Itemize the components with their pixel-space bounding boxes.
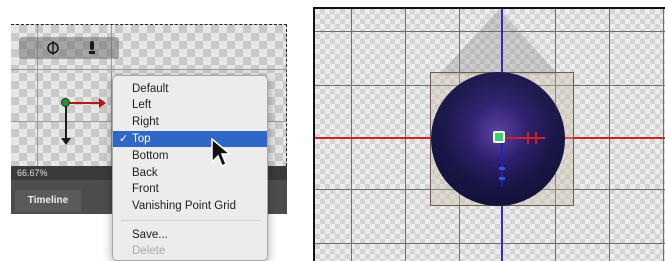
mouse-pointer-icon (210, 137, 233, 173)
grid-line (315, 243, 665, 244)
x-axis-arrow-icon (99, 98, 106, 108)
menu-separator (121, 220, 261, 221)
grid-line (351, 9, 352, 261)
gizmo-center[interactable] (61, 98, 70, 107)
menu-item-label: Vanishing Point Grid (132, 200, 236, 212)
grid-line (663, 9, 664, 261)
menu-item-label: Left (132, 99, 152, 111)
menu-item-label: Right (132, 116, 159, 128)
tab-timeline[interactable]: Timeline (15, 190, 81, 212)
rotate-handle-icon[interactable] (527, 132, 529, 144)
menu-item-save[interactable]: Save... (113, 227, 267, 243)
menu-item-front[interactable]: Front (113, 181, 267, 197)
menu-item-label: Bottom (132, 150, 169, 162)
menu-item-left[interactable]: Left (113, 97, 267, 113)
scale-handle-icon[interactable] (535, 132, 537, 144)
top-view-viewport[interactable] (313, 7, 665, 261)
menu-item-default[interactable]: Default (113, 81, 267, 97)
grid-line (11, 69, 287, 70)
menu-item-bottom[interactable]: Bottom (113, 148, 267, 164)
menu-item-label: Default (132, 83, 169, 95)
y-axis-handle[interactable] (65, 102, 67, 140)
view-menu: Default Left Right ✓ Top Bottom Back Fro… (112, 75, 268, 261)
menu-item-label: Back (132, 167, 158, 179)
checkmark-icon: ✓ (119, 133, 129, 145)
menu-item-label: Front (132, 183, 159, 195)
grid-line (609, 9, 610, 261)
light-icon[interactable] (87, 40, 97, 59)
scale-handle-icon[interactable] (499, 177, 505, 180)
x-axis-handle[interactable] (66, 102, 100, 104)
y-axis-arrow-icon (61, 138, 71, 145)
x-axis-handle[interactable] (501, 137, 545, 139)
menu-item-label: Top (132, 133, 151, 145)
canvas-toolbar (19, 37, 119, 59)
menu-item-top[interactable]: ✓ Top (113, 131, 267, 147)
menu-item-back[interactable]: Back (113, 165, 267, 181)
menu-item-right[interactable]: Right (113, 114, 267, 130)
widget-center-handle[interactable] (493, 131, 505, 143)
menu-item-vanishing-point-grid[interactable]: Vanishing Point Grid (113, 198, 267, 214)
grid-line (405, 9, 406, 261)
menu-item-delete: Delete (132, 245, 166, 257)
light-shadow (439, 9, 559, 75)
zoom-level[interactable]: 66.67% (17, 168, 48, 178)
rotate-handle-icon[interactable] (499, 167, 505, 170)
rotate-3d-icon[interactable] (45, 40, 61, 59)
